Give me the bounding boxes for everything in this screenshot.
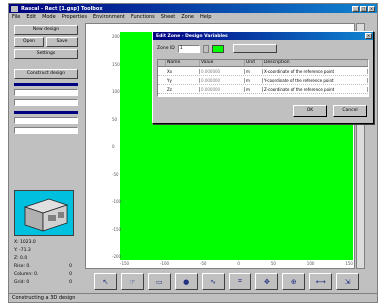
readout-row: Column: 0. 0	[14, 271, 72, 277]
variables-table: Name Value Unit Description Xx 0.000000 …	[157, 59, 369, 97]
zoom-tool-button[interactable]: ⊕	[282, 273, 306, 290]
zone-color-button[interactable]	[232, 44, 277, 53]
measure-icon: ⟷	[315, 277, 326, 286]
menu-help[interactable]: Help	[200, 14, 211, 20]
param-field-1[interactable]	[14, 89, 78, 96]
arrow-tool-button[interactable]: ↖	[94, 273, 117, 290]
export-icon: ⇲	[344, 277, 351, 286]
zone-id-spinner[interactable]	[202, 44, 209, 53]
menu-zone[interactable]: Zone	[181, 14, 194, 20]
dialog-title: Edit Zone - Design Variables	[156, 33, 228, 39]
open-button[interactable]: Open	[14, 37, 44, 47]
menu-functions[interactable]: Functions	[131, 14, 155, 20]
title-bar: Rascal - Rect [1.gsp] Toolbox _ □ ×	[9, 4, 377, 13]
menu-file[interactable]: File	[12, 14, 20, 20]
rect-tool-button[interactable]: ▭	[147, 273, 171, 290]
new-design-button[interactable]: New design	[14, 25, 78, 35]
rectangle-icon: ▭	[155, 277, 163, 286]
export-tool-button[interactable]: ⇲	[336, 273, 360, 290]
param-field-2[interactable]	[14, 99, 78, 106]
3d-preview	[14, 190, 74, 236]
cube-preview-icon	[23, 198, 69, 232]
zoom-icon: ⊕	[290, 277, 297, 286]
cancel-button[interactable]: Cancel	[333, 105, 367, 117]
dialog-close-button[interactable]: ×	[365, 33, 372, 39]
menu-properties[interactable]: Properties	[62, 14, 87, 20]
pointer-icon: ☞	[129, 277, 136, 286]
menu-bar: File Edit Mode Properties Environment Fu…	[9, 13, 377, 21]
menu-mode[interactable]: Mode	[42, 14, 56, 20]
spline-tool-button[interactable]: ∿	[201, 273, 225, 290]
param-field-4[interactable]	[14, 127, 78, 134]
zone-id-row: Zone ID 1	[157, 44, 277, 53]
readout-row: Rise: 0. 0	[14, 263, 72, 269]
status-bar: Constructing a 3D design	[9, 293, 377, 302]
table-row[interactable]: Xx 0.000000 m X-coordinate of the refere…	[158, 67, 368, 76]
edit-zone-dialog: Edit Zone - Design Variables × Zone ID 1…	[152, 31, 374, 124]
ok-button[interactable]: OK	[293, 105, 327, 117]
settings-button[interactable]: Settings	[14, 49, 78, 59]
app-window: Rascal - Rect [1.gsp] Toolbox _ □ × File…	[8, 3, 378, 303]
construct-design-button[interactable]: Construct design	[14, 69, 78, 79]
readout-row: Z: 0.0	[14, 255, 28, 261]
table-row[interactable]: Zz 0.000000 m Z-coordinate of the refere…	[158, 85, 368, 94]
menu-edit[interactable]: Edit	[26, 14, 36, 20]
arrow-icon: ↖	[102, 277, 109, 286]
zone-color-swatch[interactable]	[211, 44, 224, 53]
move-icon: ✥	[263, 277, 270, 286]
menu-sheet[interactable]: Sheet	[161, 14, 175, 20]
section-bar	[14, 83, 78, 86]
circle-tool-button[interactable]: ●	[174, 273, 198, 290]
table-header: Name Value Unit Description	[158, 60, 368, 67]
measure-tool-button[interactable]: ⟷	[309, 273, 333, 290]
param-field-3[interactable]	[14, 117, 78, 124]
zone-id-label: Zone ID	[157, 46, 175, 51]
ruler-y: 200 150 100 50 0 -50 -100 -150 -200	[112, 34, 122, 259]
table-row[interactable]: Yy 0.000000 m Y-coordinate of the refere…	[158, 76, 368, 85]
move-tool-button[interactable]: ✥	[255, 273, 279, 290]
node-icon: ⌗	[238, 277, 242, 285]
readout-row: Y: -71.3	[14, 247, 31, 253]
section-bar	[14, 111, 78, 114]
readout-row: Grid: 00	[14, 279, 72, 285]
zone-id-input[interactable]: 1	[177, 44, 200, 53]
maximize-button[interactable]: □	[360, 5, 367, 12]
dialog-title-bar: Edit Zone - Design Variables ×	[153, 32, 373, 40]
circle-icon: ●	[183, 277, 190, 286]
coordinate-readout: X: 1023.0 Y: -71.3 Z: 0.0 Rise: 0. 0 Colu…	[14, 238, 79, 286]
bottom-toolbar: ↖ ☞ ▭ ● ∿ ⌗ ✥ ⊕ ⟷ ⇲	[94, 273, 360, 291]
app-icon	[11, 5, 18, 12]
pointer-tool-button[interactable]: ☞	[120, 273, 144, 290]
node-tool-button[interactable]: ⌗	[228, 273, 252, 290]
menu-environment[interactable]: Environment	[93, 14, 125, 20]
spline-icon: ∿	[210, 277, 217, 286]
window-title: Rascal - Rect [1.gsp] Toolbox	[21, 5, 103, 12]
save-button[interactable]: Save	[46, 37, 78, 47]
minimize-button[interactable]: _	[352, 5, 359, 12]
readout-row: X: 1023.0	[14, 239, 36, 245]
ruler-x: -150 -100 -50 0 50 100 150	[120, 261, 353, 266]
close-button[interactable]: ×	[368, 5, 375, 12]
